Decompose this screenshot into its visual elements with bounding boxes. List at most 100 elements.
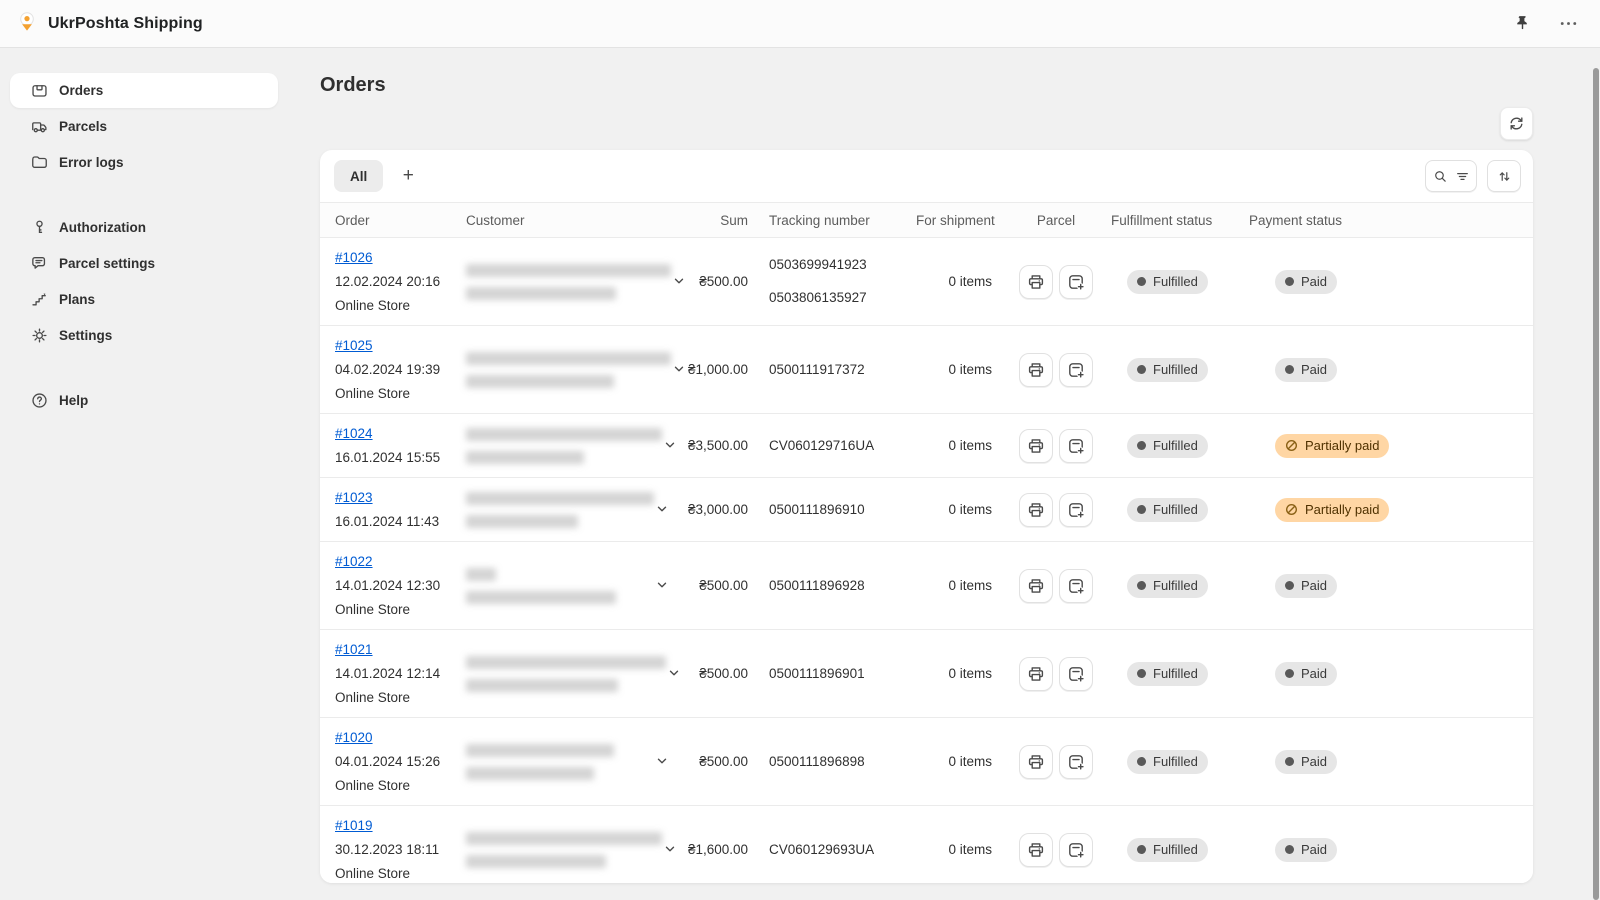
sidebar: OrdersParcels Error logs AuthorizationParc… [0, 48, 292, 900]
print-button[interactable] [1019, 353, 1053, 387]
order-channel: Online Store [335, 862, 466, 884]
customer-name-redacted [466, 656, 666, 669]
print-icon [1026, 576, 1046, 596]
sidebar-item-parcel-settings[interactable]: Parcel settings [10, 246, 278, 281]
refresh-button[interactable] [1500, 107, 1533, 140]
create-parcel-button[interactable] [1059, 429, 1093, 463]
order-date: 14.01.2024 12:30 [335, 574, 466, 598]
create-parcel-button[interactable] [1059, 657, 1093, 691]
tracking-numbers: 0500111896901 [756, 664, 916, 684]
customer-name-redacted [466, 264, 671, 277]
sidebar-item-error-logs[interactable]: Error logs [10, 145, 278, 180]
tab-all[interactable]: All [334, 160, 383, 192]
order-link[interactable]: #1020 [335, 730, 373, 745]
create-parcel-button[interactable] [1059, 569, 1093, 603]
print-button[interactable] [1019, 569, 1053, 603]
print-button[interactable] [1019, 493, 1053, 527]
order-link[interactable]: #1025 [335, 338, 373, 353]
fulfillment-status-badge: Fulfilled [1127, 270, 1208, 294]
order-date: 30.12.2023 18:11 [335, 838, 466, 862]
ellipsis-icon[interactable] [1556, 12, 1580, 36]
orders-card: All + Order Customer Sum [320, 150, 1533, 883]
order-link[interactable]: #1022 [335, 554, 373, 569]
sidebar-item-authorization[interactable]: Authorization [10, 210, 278, 245]
sidebar-item-orders[interactable]: Orders [10, 73, 278, 108]
order-link[interactable]: #1026 [335, 250, 373, 265]
order-date: 16.01.2024 15:55 [335, 446, 466, 470]
for-shipment-count: 0 items [916, 362, 1006, 377]
expand-customer-button[interactable] [654, 577, 672, 595]
order-sum: ₴500.00 [680, 666, 756, 681]
sort-button[interactable] [1487, 160, 1521, 192]
tracking-number: 0500111896901 [769, 664, 916, 684]
order-link[interactable]: #1021 [335, 642, 373, 657]
order-link[interactable]: #1024 [335, 426, 373, 441]
order-link[interactable]: #1023 [335, 490, 373, 505]
tracking-number: 0500111896928 [769, 576, 916, 596]
sidebar-item-help[interactable]: Help [10, 383, 278, 418]
print-icon [1026, 752, 1046, 772]
chevron-down-icon [654, 753, 670, 769]
order-channel: Online Store [335, 774, 466, 798]
sidebar-item-label: Error logs [59, 155, 124, 170]
sidebar-item-settings[interactable]: Settings [10, 318, 278, 353]
sidebar-item-parcels[interactable]: Parcels [10, 109, 278, 144]
create-parcel-button[interactable] [1059, 265, 1093, 299]
payment-status-badge: Paid [1275, 750, 1337, 774]
partially-paid-icon [1285, 503, 1298, 516]
payment-status-badge: Partially paid [1275, 498, 1389, 522]
sort-icon [1496, 168, 1513, 185]
table-row[interactable]: #1024 16.01.2024 15:55 ₴3,500.00 CV06012… [320, 413, 1533, 477]
create-parcel-button[interactable] [1059, 353, 1093, 387]
expand-customer-button[interactable] [662, 841, 678, 859]
order-date: 16.01.2024 11:43 [335, 510, 466, 534]
customer-name-redacted [466, 428, 662, 441]
order-date: 04.01.2024 15:26 [335, 750, 466, 774]
order-channel: Online Store [335, 686, 466, 710]
create-parcel-button[interactable] [1059, 493, 1093, 527]
customer-name-redacted [466, 492, 654, 505]
refresh-icon [1507, 114, 1526, 133]
create-parcel-icon [1066, 436, 1086, 456]
expand-customer-button[interactable] [654, 501, 672, 519]
table-row[interactable]: #1025 04.02.2024 19:39 Online Store ₴1,0… [320, 325, 1533, 413]
pin-icon[interactable] [1510, 12, 1534, 36]
print-icon [1026, 500, 1046, 520]
create-parcel-icon [1066, 500, 1086, 520]
create-parcel-button[interactable] [1059, 745, 1093, 779]
table-body: #1026 12.02.2024 20:16 Online Store ₴500… [320, 238, 1533, 883]
tracking-number: 0503699941923 [769, 255, 916, 275]
page-scrollbar-thumb[interactable] [1593, 68, 1599, 900]
expand-customer-button[interactable] [662, 437, 678, 455]
table-row[interactable]: #1023 16.01.2024 11:43 ₴3,000.00 0500111… [320, 477, 1533, 541]
create-parcel-button[interactable] [1059, 833, 1093, 867]
status-dot-icon [1137, 277, 1146, 286]
print-button[interactable] [1019, 429, 1053, 463]
print-icon [1026, 664, 1046, 684]
search-filter-button[interactable] [1425, 160, 1477, 192]
table-row[interactable]: #1020 04.01.2024 15:26 Online Store ₴500… [320, 717, 1533, 805]
customer-phone-redacted [466, 451, 584, 464]
table-row[interactable]: #1019 30.12.2023 18:11 Online Store ₴1,6… [320, 805, 1533, 883]
status-dot-icon [1285, 581, 1294, 590]
print-button[interactable] [1019, 657, 1053, 691]
sidebar-item-plans[interactable]: Plans [10, 282, 278, 317]
expand-customer-button[interactable] [654, 753, 672, 771]
tracking-numbers: 0500111917372 [756, 360, 916, 380]
status-dot-icon [1137, 845, 1146, 854]
add-view-button[interactable]: + [391, 160, 425, 192]
create-parcel-icon [1066, 840, 1086, 860]
print-button[interactable] [1019, 833, 1053, 867]
order-sum: ₴500.00 [680, 754, 756, 769]
table-row[interactable]: #1026 12.02.2024 20:16 Online Store ₴500… [320, 238, 1533, 325]
tracking-numbers: CV060129716UA [756, 436, 916, 456]
customer-name-redacted [466, 832, 662, 845]
fulfillment-status-badge: Fulfilled [1127, 662, 1208, 686]
print-button[interactable] [1019, 265, 1053, 299]
status-dot-icon [1137, 365, 1146, 374]
table-row[interactable]: #1021 14.01.2024 12:14 Online Store ₴500… [320, 629, 1533, 717]
order-link[interactable]: #1019 [335, 818, 373, 833]
table-row[interactable]: #1022 14.01.2024 12:30 Online Store ₴500… [320, 541, 1533, 629]
tracking-number: 0503806135927 [769, 288, 916, 308]
print-button[interactable] [1019, 745, 1053, 779]
